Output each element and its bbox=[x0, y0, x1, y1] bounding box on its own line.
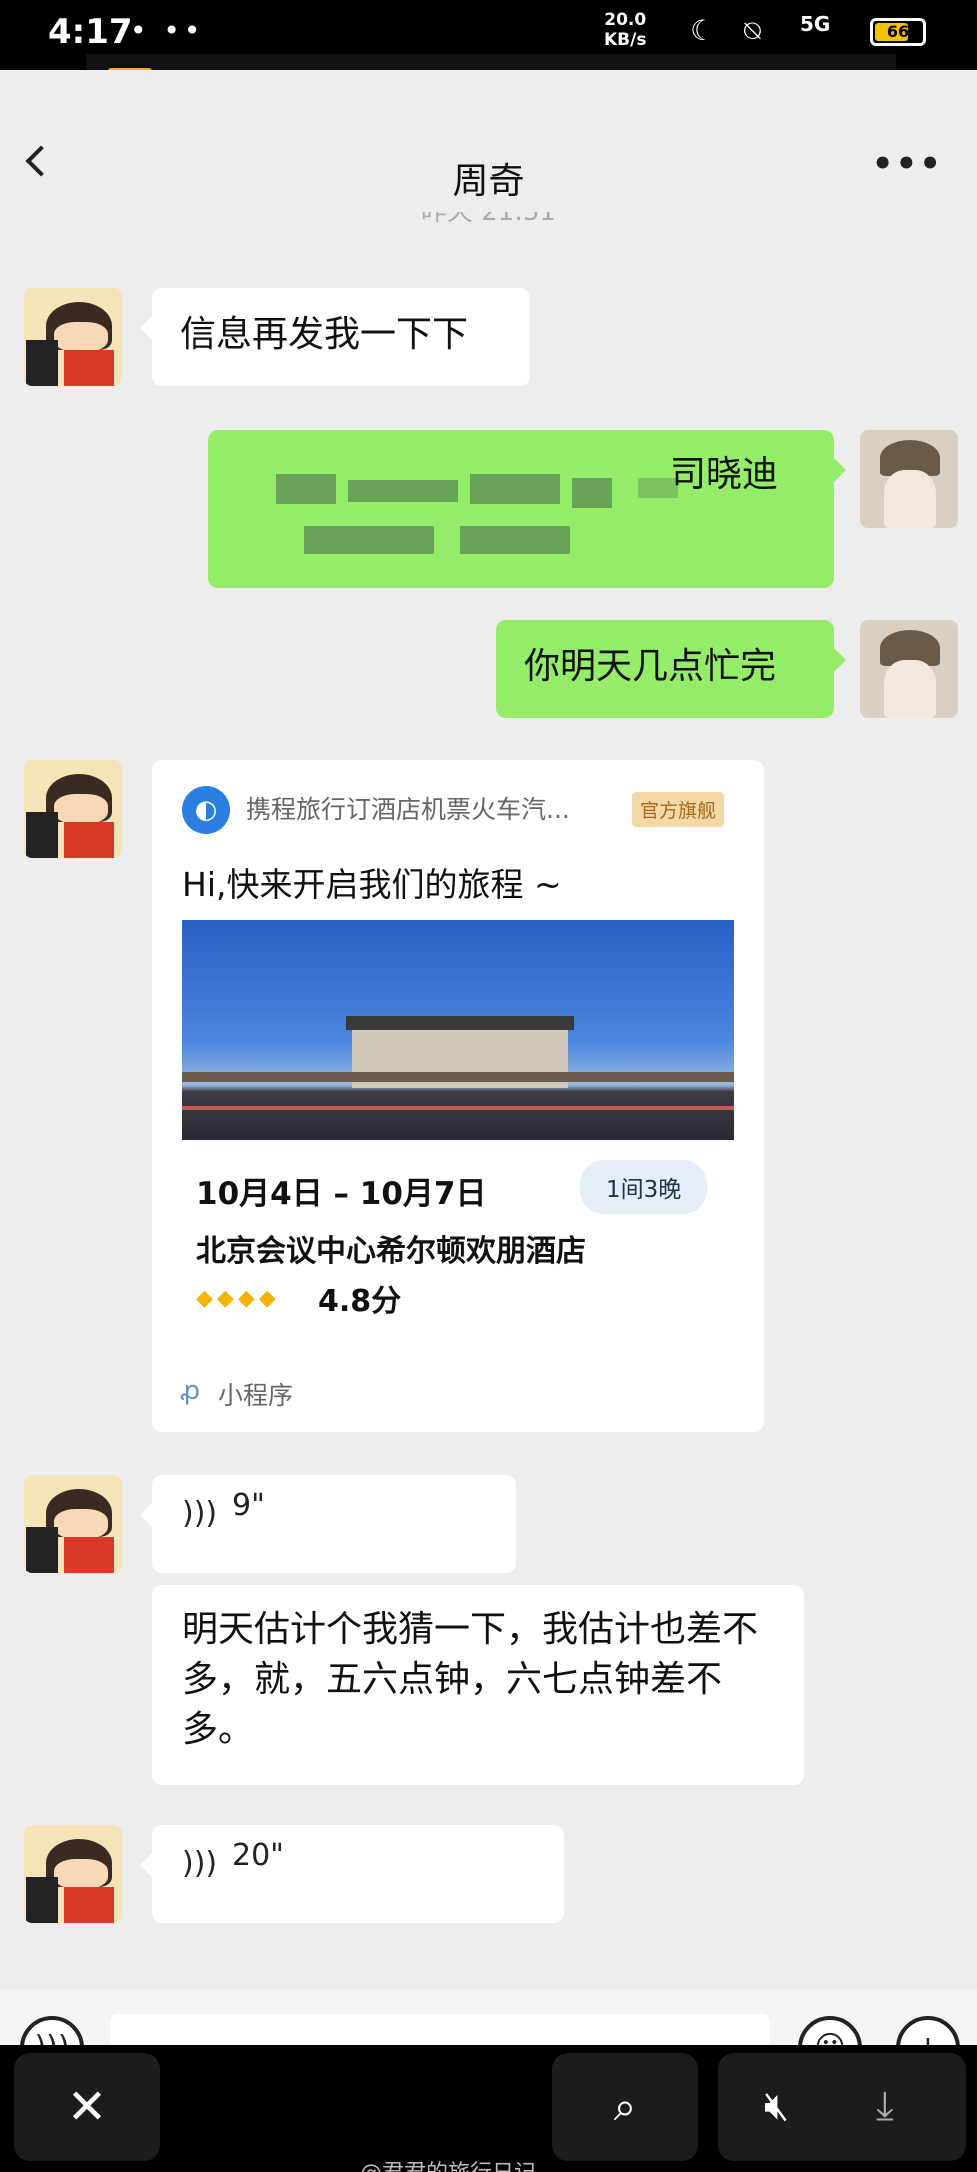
status-icons: ☾ ⍉ bbox=[690, 14, 771, 47]
stay-dates: 10月4日 – 10月7日 bbox=[196, 1176, 487, 1212]
mini-program-card[interactable]: ◐ 携程旅行订酒店机票火车汽... 官方旗舰 Hi,快来开启我们的旅程 ~ 10… bbox=[152, 760, 764, 1432]
avatar-contact[interactable] bbox=[24, 1825, 122, 1923]
avatar-contact[interactable] bbox=[24, 760, 122, 858]
blurred-text bbox=[304, 526, 434, 554]
voice-duration: 9" bbox=[232, 1488, 265, 1523]
message-timestamp: 昨天 21:51 bbox=[0, 212, 977, 226]
message-bubble-incoming[interactable]: 信息再发我一下下 bbox=[140, 288, 530, 386]
scan-icon[interactable]: ⌕ bbox=[552, 2053, 698, 2161]
download-icon[interactable]: ⤓ bbox=[876, 2083, 894, 2129]
plus-icon[interactable]: + bbox=[896, 2016, 960, 2045]
hotel-rating: 4.8分 bbox=[318, 1284, 402, 1319]
message-text: 明天估计个我猜一下，我估计也差不多，就，五六点钟，六七点钟差不多。 bbox=[182, 1609, 759, 1750]
close-icon[interactable]: ✕ bbox=[14, 2053, 160, 2161]
street bbox=[182, 1072, 734, 1082]
hotel-photo bbox=[182, 920, 734, 1140]
status-notification-icons: • •• bbox=[130, 14, 205, 47]
video-player-controls: ✕ ⌕ 🔇︎ ⤓ @君君的旅行日记 bbox=[0, 2045, 977, 2172]
voice-message[interactable]: ))) 20" bbox=[140, 1825, 564, 1923]
message-bubble-incoming[interactable]: 明天估计个我猜一下，我估计也差不多，就，五六点钟，六七点钟差不多。 bbox=[152, 1585, 804, 1785]
message-text: 你明天几点忙完 bbox=[524, 646, 777, 687]
avatar-self[interactable] bbox=[860, 620, 958, 718]
voice-icon[interactable]: ))) bbox=[20, 2016, 84, 2045]
voice-message[interactable]: ))) 9" bbox=[140, 1475, 516, 1573]
net-speed: 20.0 KB/s bbox=[604, 10, 646, 50]
avatar-contact[interactable] bbox=[24, 1475, 122, 1573]
watermark: @君君的旅行日记 bbox=[360, 2155, 536, 2172]
chat-screen: 周奇 ••• 昨天 21:51 信息再发我一下下 司晓迪 你明天几点忙完 bbox=[0, 70, 977, 2045]
mute-icon[interactable]: 🔇︎ bbox=[764, 2083, 789, 2129]
emoji-icon[interactable]: ☺ bbox=[798, 2016, 862, 2045]
light-trail bbox=[182, 1106, 734, 1110]
chat-title: 周奇 bbox=[452, 161, 525, 202]
blurred-text bbox=[470, 474, 560, 504]
diamond-rating-icon: ◆◆◆◆ bbox=[196, 1286, 280, 1311]
message-text: 信息再发我一下下 bbox=[180, 314, 469, 355]
net-speed-value: 20.0 bbox=[604, 10, 647, 30]
message-bubble-outgoing[interactable]: 你明天几点忙完 bbox=[496, 620, 846, 718]
more-dots-icon[interactable]: ••• bbox=[872, 144, 943, 184]
mute-download-group: 🔇︎ ⤓ bbox=[718, 2053, 966, 2161]
avatar-contact[interactable] bbox=[24, 288, 122, 386]
status-time: 4:17 bbox=[48, 12, 133, 52]
blurred-text bbox=[348, 480, 458, 502]
voice-duration: 20" bbox=[232, 1838, 284, 1873]
voice-icon: ))) bbox=[182, 1496, 218, 1531]
mini-program-label: 小程序 bbox=[218, 1381, 294, 1410]
network-type: 5G bbox=[800, 12, 831, 36]
hotel-roof bbox=[346, 1016, 574, 1030]
avatar-self[interactable] bbox=[860, 430, 958, 528]
chat-header: 周奇 ••• bbox=[0, 70, 977, 215]
hotel-name: 北京会议中心希尔顿欢朋酒店 bbox=[196, 1234, 586, 1269]
message-input[interactable] bbox=[110, 2014, 770, 2045]
blurred-text bbox=[460, 526, 570, 554]
message-bubble-outgoing[interactable]: 司晓迪 bbox=[208, 430, 846, 588]
battery-icon: 66 bbox=[870, 18, 926, 46]
room-nights-badge: 1间3晚 bbox=[580, 1160, 708, 1214]
net-speed-unit: KB/s bbox=[604, 30, 647, 50]
official-badge: 官方旗舰 bbox=[632, 792, 725, 827]
blurred-text bbox=[276, 474, 336, 504]
card-headline: Hi,快来开启我们的旅程 ~ bbox=[182, 865, 562, 904]
ctrip-logo-icon: ◐ bbox=[182, 786, 230, 834]
card-source: 携程旅行订酒店机票火车汽... bbox=[246, 795, 570, 824]
voice-icon: ))) bbox=[182, 1846, 218, 1881]
blurred-text bbox=[572, 478, 612, 508]
message-input-bar: ))) ☺ + bbox=[0, 1990, 977, 2045]
mini-program-icon: ꝓ bbox=[180, 1376, 201, 1406]
message-text-visible: 司晓迪 bbox=[670, 454, 779, 495]
battery-text: 66 bbox=[886, 22, 910, 41]
